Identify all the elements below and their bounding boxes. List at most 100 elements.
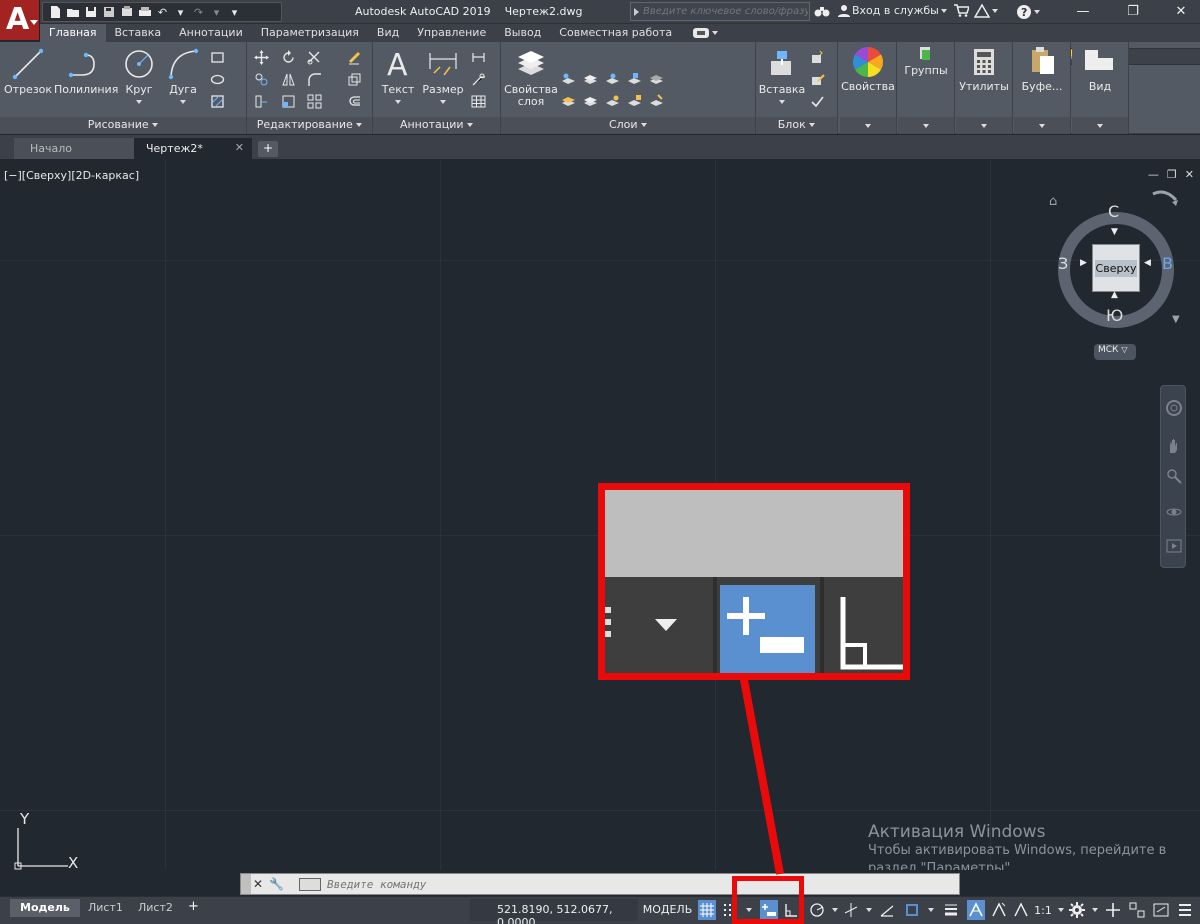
layer-tool-8-icon[interactable]	[603, 92, 621, 110]
chevron-down-icon[interactable]	[922, 900, 940, 920]
layer-tool-9-icon[interactable]	[625, 92, 643, 110]
chevron-down-icon[interactable]	[180, 100, 186, 104]
layout-tab-model[interactable]: Модель	[10, 899, 80, 917]
signin-button[interactable]: Вход в службы	[838, 4, 947, 17]
modify-panel-title[interactable]: Редактирование	[247, 117, 372, 134]
search-box[interactable]	[630, 2, 810, 21]
dimension-tool[interactable]: Размер	[421, 44, 465, 108]
utilities-panel[interactable]: Утилиты	[956, 42, 1013, 134]
model-space-button[interactable]: МОДЕЛЬ	[640, 899, 695, 921]
minimize-icon[interactable]: —	[1066, 0, 1100, 22]
compass-west[interactable]: З	[1058, 254, 1068, 273]
polar-tracking-icon[interactable]	[808, 900, 826, 920]
fillet-icon[interactable]	[305, 70, 323, 88]
isolate-objects-icon[interactable]	[1128, 900, 1146, 920]
arrow-up-icon[interactable]: ▼	[1111, 227, 1118, 237]
object-snap-tracking-icon[interactable]	[878, 900, 896, 920]
arrow-down-icon[interactable]: ▲	[1111, 290, 1118, 300]
help-icon[interactable]: ?	[1016, 4, 1040, 20]
layer-tool-1-icon[interactable]	[559, 70, 577, 88]
coordinates-display[interactable]: 521.8190, 512.0677, 0.0000	[470, 899, 638, 924]
rectangle-icon[interactable]	[208, 48, 226, 66]
auto-scale-icon[interactable]	[990, 900, 1008, 920]
viewcube-top-face[interactable]: Сверху	[1092, 244, 1140, 292]
tab-collaborate[interactable]: Совместная работа	[550, 24, 681, 42]
layer-tool-6-icon[interactable]	[559, 92, 577, 110]
rotate-icon[interactable]	[279, 48, 297, 66]
arc-tool[interactable]: Дуга	[162, 44, 204, 108]
home-icon[interactable]: ⌂	[1049, 194, 1057, 209]
arrow-right-icon[interactable]: ◀	[1144, 258, 1151, 268]
showmotion-icon[interactable]	[1166, 538, 1182, 554]
minimize-icon[interactable]: —	[1148, 168, 1159, 181]
view-panel[interactable]: Вид	[1072, 42, 1129, 134]
clipboard-panel[interactable]: Буфе...	[1014, 42, 1071, 134]
command-prompt-icon[interactable]	[299, 878, 321, 891]
move-icon[interactable]	[252, 48, 270, 66]
layers-panel-title[interactable]: Слои	[501, 117, 755, 134]
polyline-tool[interactable]: Полилиния	[54, 44, 118, 96]
chevron-down-icon[interactable]	[136, 100, 142, 104]
properties-panel[interactable]: Свойства	[840, 42, 897, 134]
fullscreen-icon[interactable]	[1152, 900, 1170, 920]
restore-icon[interactable]: ❐	[1167, 168, 1177, 181]
groups-panel[interactable]: Группы	[898, 42, 955, 134]
edit-block-icon[interactable]	[808, 70, 826, 88]
publish-icon[interactable]	[119, 5, 134, 20]
block-panel-title[interactable]: Блок	[756, 117, 837, 134]
block-attributes-icon[interactable]	[808, 92, 826, 110]
binoculars-icon[interactable]	[814, 4, 830, 18]
linear-dimension-icon[interactable]	[469, 48, 487, 66]
steering-wheel-icon[interactable]	[1166, 400, 1182, 416]
close-icon[interactable]: ✕	[253, 877, 263, 891]
search-input[interactable]	[643, 3, 808, 20]
orbit-icon[interactable]	[1166, 504, 1182, 520]
scale-icon[interactable]	[279, 92, 297, 110]
scale-value[interactable]: 1:1	[1032, 900, 1054, 920]
chevron-down-icon[interactable]	[440, 100, 446, 104]
layer-tool-7-icon[interactable]	[581, 92, 599, 110]
insert-block-tool[interactable]: Вставка	[758, 44, 806, 108]
erase-icon[interactable]	[345, 48, 363, 66]
grid-display-icon[interactable]	[698, 900, 716, 920]
redo-icon[interactable]: ↷	[191, 5, 206, 20]
annotation-scale-icon[interactable]	[1012, 900, 1030, 920]
offset-icon[interactable]	[345, 92, 363, 110]
autodesk-app-icon[interactable]	[974, 4, 998, 18]
undo-icon[interactable]: ↶	[155, 5, 170, 20]
viewcube[interactable]: Сверху С Ю З В ▼ ▲ ▶ ◀	[1058, 202, 1176, 328]
object-snap-icon[interactable]	[903, 900, 921, 920]
open-folder-icon[interactable]	[65, 5, 80, 20]
hatch-icon[interactable]	[208, 92, 226, 110]
cart-icon[interactable]	[953, 4, 969, 17]
wrench-icon[interactable]: 🔧	[269, 877, 284, 891]
chevron-down-icon[interactable]: ▾	[209, 5, 224, 20]
trim-icon[interactable]	[305, 48, 323, 66]
close-tab-icon[interactable]: ✕	[235, 141, 244, 154]
layer-tool-3-icon[interactable]	[603, 70, 621, 88]
expand-arrow-icon[interactable]	[634, 8, 639, 16]
zoom-extents-icon[interactable]	[1166, 468, 1182, 484]
customize-menu-icon[interactable]	[1176, 900, 1194, 920]
text-tool[interactable]: A Текст	[377, 44, 419, 108]
copy-icon[interactable]	[252, 70, 270, 88]
chevron-down-icon[interactable]	[779, 100, 785, 104]
viewport-controls-label[interactable]: [−][Сверху][2D-каркас]	[4, 169, 139, 182]
tab-insert[interactable]: Вставка	[106, 24, 171, 42]
drag-handle[interactable]	[241, 874, 251, 894]
draw-panel-title[interactable]: Рисование	[0, 117, 246, 134]
restore-icon[interactable]: ❐	[1116, 0, 1150, 22]
ellipse-icon[interactable]	[208, 70, 226, 88]
lineweight-icon[interactable]	[942, 900, 960, 920]
chevron-down-icon[interactable]	[395, 100, 401, 104]
tab-output[interactable]: Вывод	[495, 24, 550, 42]
line-tool[interactable]: Отрезок	[4, 44, 52, 96]
compass-east[interactable]: В	[1162, 254, 1173, 273]
layer-tool-2-icon[interactable]	[581, 70, 599, 88]
compass-north[interactable]: С	[1108, 202, 1119, 221]
ucs-dropdown[interactable]: МСК ▽	[1094, 344, 1136, 360]
arrow-left-icon[interactable]: ▶	[1080, 258, 1087, 268]
tab-parametric[interactable]: Параметризация	[252, 24, 368, 42]
tab-annotate[interactable]: Аннотации	[170, 24, 252, 42]
workspace-gear-icon[interactable]	[1068, 900, 1086, 920]
